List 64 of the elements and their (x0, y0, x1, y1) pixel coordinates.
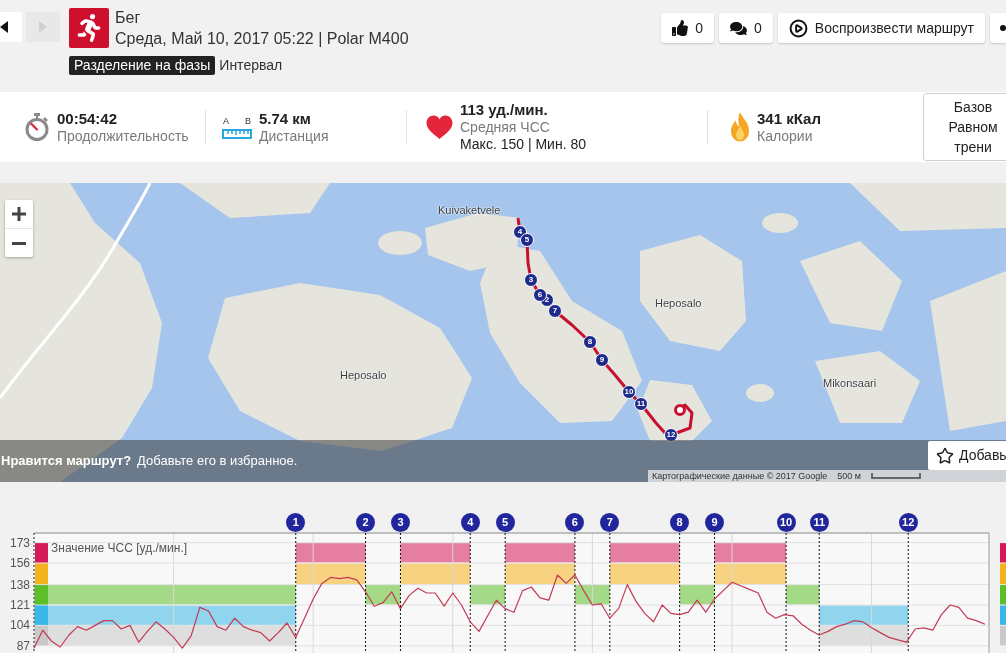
activity-subtitle: Среда, Май 10, 2017 05:22 | Polar M400 (115, 29, 409, 49)
lap-marker: 5 (495, 512, 515, 532)
benefit-text: трени (954, 138, 992, 157)
flame-icon (730, 112, 750, 142)
y-tick-label: 173 (9, 535, 30, 550)
benefit-text: Базов (953, 98, 993, 117)
lap-marker: 11 (809, 512, 829, 532)
speech-bubbles-icon (730, 20, 747, 36)
benefit-text: Равном (948, 118, 998, 137)
lap-marker: 4 (460, 512, 480, 532)
play-icon (788, 18, 808, 38)
lap-marker: 1 (286, 512, 306, 532)
stat-value: 00:54:42 (57, 109, 119, 128)
y-axis-label: Значение ЧСС [уд./мин.] (51, 540, 188, 555)
banner-text: Добавьте его в избранное. (137, 452, 298, 469)
minus-icon (12, 241, 26, 245)
scale-text: 500 м (837, 470, 862, 482)
y-tick-label: 104 (9, 618, 30, 633)
map-place-label: Mikonsaari (823, 377, 877, 390)
like-button[interactable]: 0 (661, 13, 714, 43)
map-place-label: Kuivaketvele (438, 204, 501, 217)
lap-marker: 3 (390, 512, 410, 532)
stat-label: Продолжительность (57, 127, 189, 145)
lap-marker: 8 (670, 512, 690, 532)
map-place-label: Heposalo (655, 297, 702, 310)
lap-marker: 9 (705, 512, 725, 532)
scale-bar-icon (871, 473, 922, 479)
ruler-icon (222, 128, 252, 139)
lap-marker: 12 (898, 512, 918, 532)
stat-detail: Макс. 150 | Мин. 80 (460, 136, 586, 153)
map-place-label: Heposalo (340, 369, 387, 382)
lap-marker: 10 (776, 512, 796, 532)
y-tick-label: 156 (9, 556, 30, 570)
lap-marker: 6 (565, 512, 585, 532)
stopwatch-icon (24, 113, 50, 141)
point-label: A (223, 115, 229, 126)
map-attribution: Картографические данные © 2017 Google (652, 470, 828, 482)
heart-icon (426, 115, 453, 139)
y-tick-label: 121 (9, 598, 30, 612)
add-favorite-button[interactable]: Добавь (928, 441, 1006, 470)
y-tick-label: 138 (9, 577, 30, 592)
thumbs-up-icon (672, 20, 689, 36)
lap-marker: 7 (600, 512, 620, 532)
activity-title: Бег (115, 8, 142, 28)
phase-tag: Разделение на фазы (69, 56, 216, 75)
lap-marker: 2 (356, 512, 376, 532)
comments-button[interactable]: 0 (719, 13, 773, 43)
stat-value: 341 кКал (757, 109, 821, 128)
stat-label: Дистанция (259, 127, 329, 145)
point-label: B (245, 115, 251, 126)
stat-value: 113 уд./мин. (460, 101, 549, 119)
caret-left-icon (0, 21, 8, 33)
plus-icon (12, 207, 26, 221)
stat-label: Средняя ЧСС (460, 119, 551, 136)
phase-type-text: Интервал (219, 56, 283, 75)
banner-question: Нравится маршрут? (1, 452, 132, 469)
back-button[interactable] (0, 12, 22, 42)
running-icon (69, 8, 109, 48)
y-tick-label: 87 (16, 638, 30, 653)
stat-value: 5.74 км (259, 109, 312, 128)
caret-right-icon (39, 21, 47, 33)
replay-route-button[interactable]: Воспроизвести маршрут (777, 13, 985, 43)
star-icon (936, 446, 954, 465)
stat-label: Калории (757, 127, 814, 145)
